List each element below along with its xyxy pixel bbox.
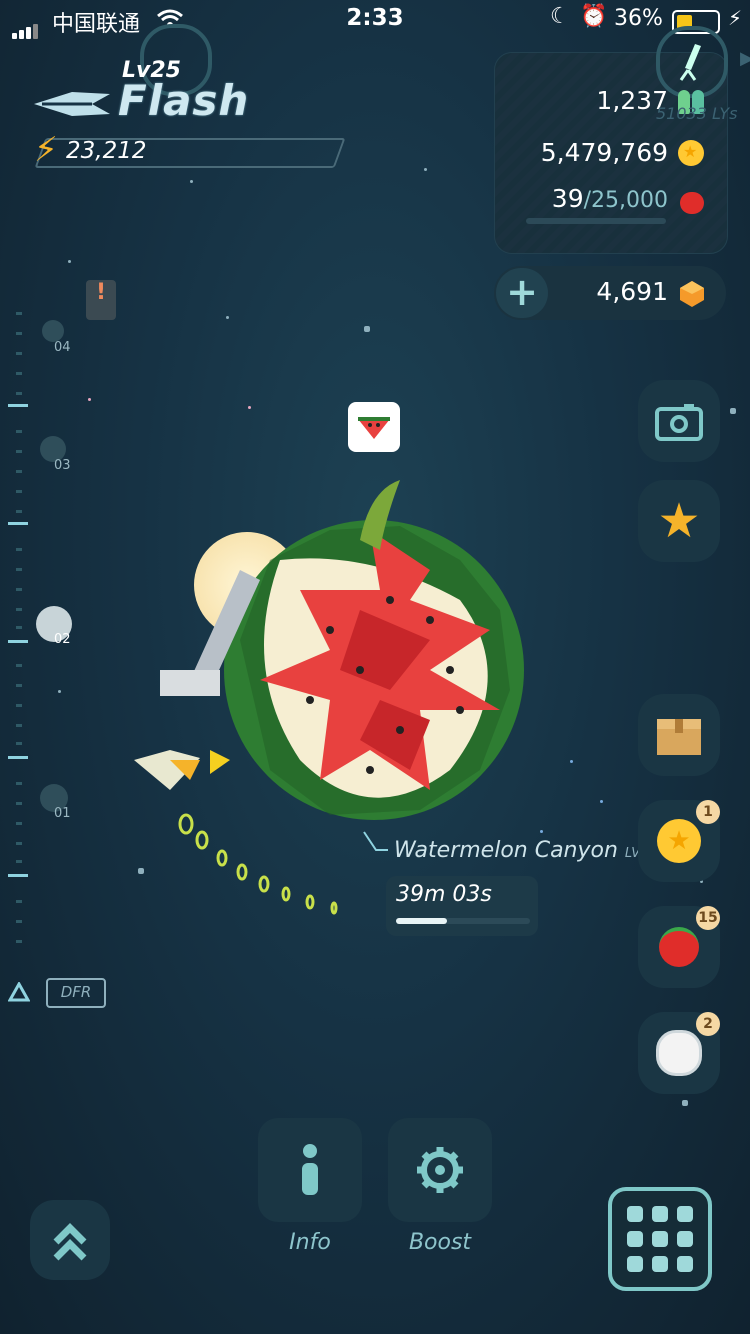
star-icon: ★ (657, 493, 701, 549)
crate-button[interactable] (638, 694, 720, 776)
timer-progress-fill (396, 918, 447, 924)
player-name: Flash (118, 76, 250, 125)
alarm-icon: ⏰ (580, 4, 608, 29)
info-label: Info (289, 1230, 331, 1255)
level-02-label: 02 (54, 632, 71, 647)
lightning-icon: ⚡ (34, 130, 58, 170)
battery-percent: 36% (614, 6, 663, 31)
lys-subtitle: 51033 LYs (656, 104, 738, 123)
gem-icon (680, 281, 704, 307)
camera-icon (655, 404, 703, 441)
expand-up-button[interactable] (30, 1200, 110, 1280)
boost-label: Boost (408, 1230, 472, 1255)
grid-dot (652, 1206, 668, 1222)
tomato-count: 39/25,000 (551, 184, 668, 213)
menu-grid-button[interactable] (608, 1187, 712, 1291)
grid-dot (677, 1206, 693, 1222)
triangle-icon (8, 982, 30, 1002)
tomato-reward-badge: 15 (696, 906, 720, 930)
ship-logo-icon (34, 92, 110, 116)
charging-icon: ⚡ (728, 6, 743, 30)
crate-icon (657, 719, 701, 755)
planet-name: Watermelon Canyon (394, 838, 618, 863)
boost-button[interactable] (388, 1118, 492, 1222)
grid-dot (677, 1256, 693, 1272)
coin-reward-badge: 1 (696, 800, 720, 824)
grid-dot (627, 1256, 643, 1272)
tomato-capacity-bar (526, 218, 666, 224)
grid-dot (677, 1231, 693, 1247)
double-chevron-up-icon (53, 1223, 87, 1261)
status-bar: 中国联通 2:33 ☾ ⏰ 36% ⚡ (0, 0, 750, 40)
level-03-label: 03 (54, 458, 71, 473)
player-ship-icon[interactable] (130, 730, 250, 810)
info-icon (302, 1144, 318, 1195)
dfr-marker: DFR (46, 978, 106, 1008)
timer-progress-track (396, 918, 530, 924)
coin-icon (678, 140, 704, 166)
camera-button[interactable] (638, 380, 720, 462)
level-01-label: 01 (54, 806, 71, 821)
planet-marker-04[interactable] (42, 320, 64, 342)
gem-count: 4,691 (596, 277, 668, 306)
add-gems-button[interactable]: + (496, 268, 548, 318)
lys-count: 1,237 (596, 86, 668, 115)
arrow-right-icon[interactable]: ▶ (740, 48, 750, 69)
moon-icon: ☾ (550, 4, 570, 29)
level-04-label: 04 (54, 340, 71, 355)
info-button[interactable] (258, 1118, 362, 1222)
plate-badge: 2 (696, 1012, 720, 1036)
label-pointer (363, 831, 388, 851)
watermelon-icon (358, 417, 390, 439)
planet-type-bubble[interactable] (348, 402, 400, 452)
alert-icon[interactable]: ! (86, 280, 116, 320)
gear-icon (417, 1147, 463, 1193)
grid-dot (627, 1231, 643, 1247)
coin-count: 5,479,769 (540, 138, 668, 167)
tomato-reward-icon (659, 927, 699, 967)
ship-trail (178, 813, 338, 915)
grid-dot (652, 1256, 668, 1272)
plate-icon (656, 1030, 702, 1076)
telescope-icon (679, 44, 701, 81)
grid-dot (627, 1206, 643, 1222)
energy-value: 23,212 (66, 138, 147, 164)
coin-reward-icon: ★ (657, 819, 701, 863)
planet-name-line: Watermelon Canyon LV 7 (394, 838, 653, 863)
favorites-button[interactable]: ★ (638, 480, 720, 562)
tomato-icon (680, 192, 704, 214)
timer-text: 39m 03s (396, 882, 492, 907)
grid-dot (652, 1231, 668, 1247)
